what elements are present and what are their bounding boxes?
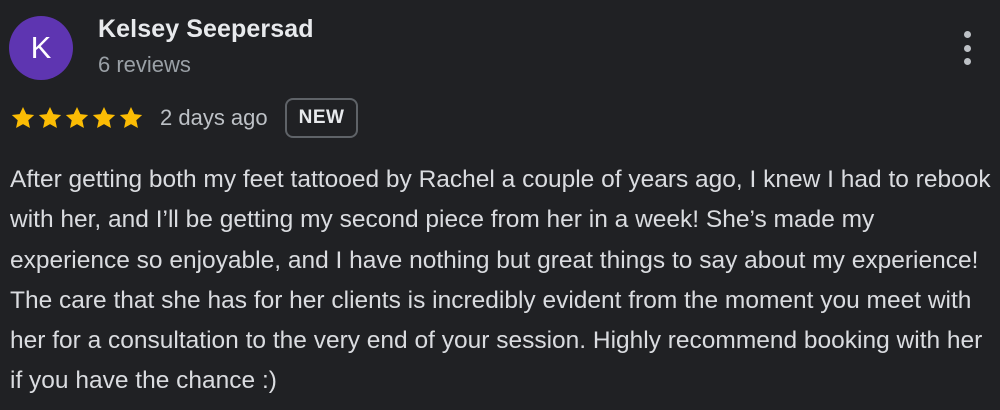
review-text: After getting both my feet tattooed by R… bbox=[10, 166, 991, 395]
star-icon bbox=[92, 106, 116, 128]
review-time: 2 days ago bbox=[160, 105, 268, 130]
star-icon bbox=[65, 106, 89, 128]
review-count[interactable]: 6 reviews bbox=[98, 52, 191, 78]
avatar-initial: K bbox=[30, 30, 52, 65]
star-icon bbox=[11, 106, 35, 128]
rating-row: 2 days ago NEW bbox=[10, 96, 359, 140]
more-vert-icon bbox=[963, 31, 971, 38]
star-rating bbox=[10, 105, 144, 131]
more-vert-icon-dot bbox=[963, 58, 971, 65]
avatar[interactable]: K bbox=[9, 16, 73, 80]
new-badge: NEW bbox=[284, 98, 359, 138]
review-card: K Kelsey Seepersad 6 reviews 2 days ago … bbox=[0, 0, 1000, 410]
star-icon bbox=[119, 106, 143, 128]
star-icon bbox=[38, 106, 62, 128]
author-name[interactable]: Kelsey Seepersad bbox=[98, 15, 314, 44]
more-vert-icon-dot bbox=[963, 44, 971, 52]
more-options-button[interactable] bbox=[950, 28, 984, 68]
